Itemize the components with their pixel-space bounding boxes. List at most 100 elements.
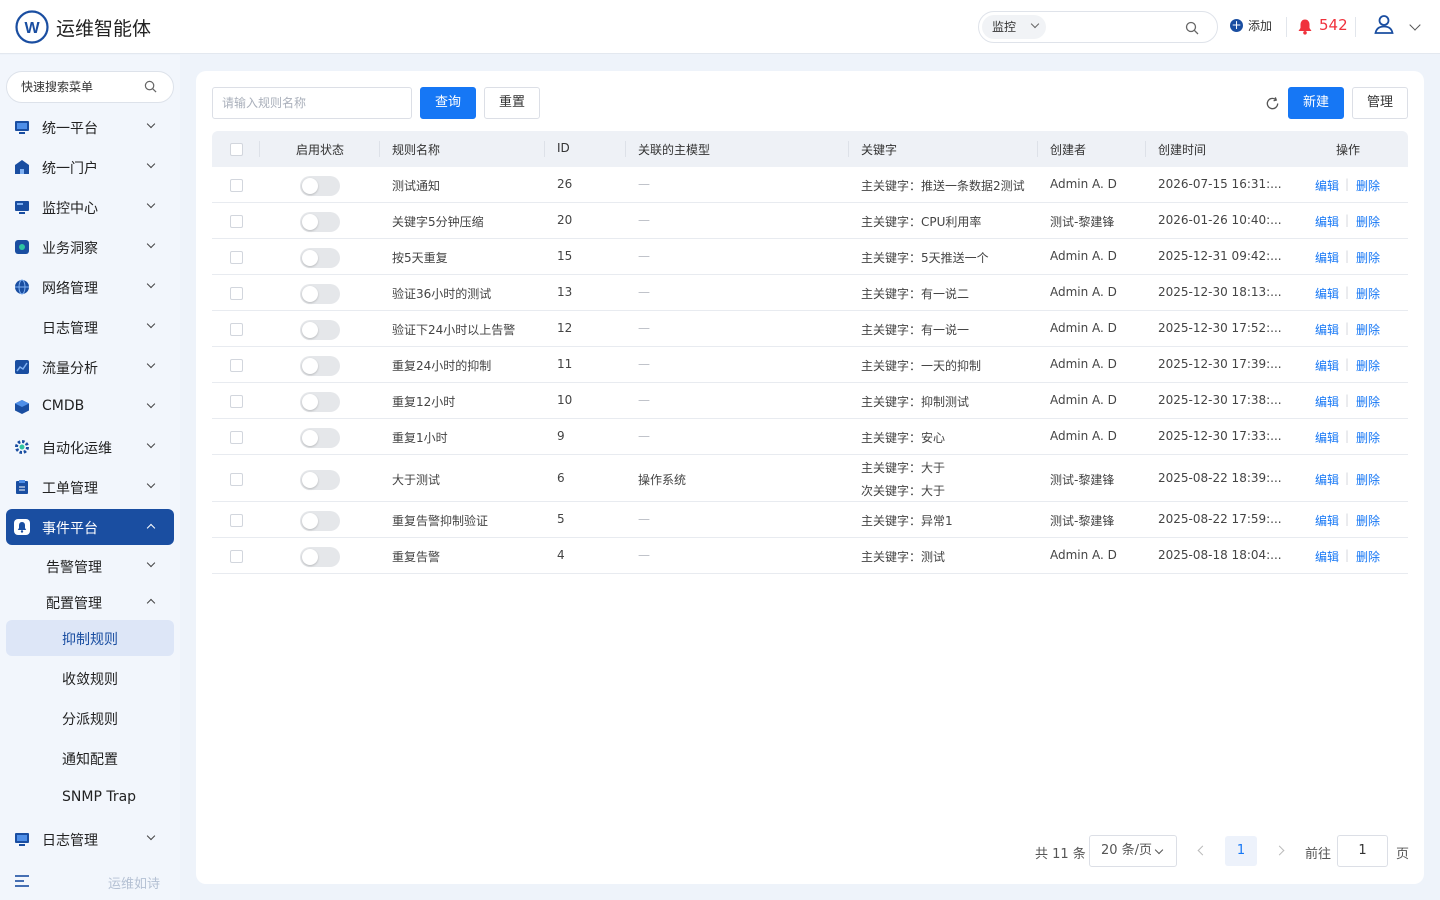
edit-link[interactable]: 编辑 bbox=[1315, 285, 1339, 302]
delete-link[interactable]: 删除 bbox=[1356, 249, 1380, 266]
sidebar-item-automation[interactable]: 自动化运维 bbox=[6, 429, 174, 465]
page-number-current[interactable]: 1 bbox=[1225, 836, 1257, 866]
enable-toggle[interactable] bbox=[300, 392, 340, 412]
globe-icon bbox=[15, 279, 29, 295]
row-checkbox[interactable] bbox=[230, 395, 243, 408]
enable-toggle[interactable] bbox=[300, 284, 340, 304]
delete-link[interactable]: 删除 bbox=[1356, 393, 1380, 410]
sidebar-leaf-convergence-rules[interactable]: 收敛规则 bbox=[6, 660, 174, 696]
edit-link[interactable]: 编辑 bbox=[1315, 393, 1339, 410]
sidebar-leaf-dispatch-rules[interactable]: 分派规则 bbox=[6, 700, 174, 736]
row-checkbox[interactable] bbox=[230, 359, 243, 372]
row-checkbox[interactable] bbox=[230, 431, 243, 444]
sidebar: 快速搜索菜单 统一平台 统一门户 监控中心 业务洞察 网络管理 日志管理 流量分… bbox=[0, 55, 180, 900]
new-button[interactable]: 新建 bbox=[1288, 87, 1344, 119]
sidebar-item-log[interactable]: 日志管理 bbox=[6, 309, 174, 345]
sidebar-item-log-bottom[interactable]: 日志管理 bbox=[6, 821, 174, 857]
edit-link[interactable]: 编辑 bbox=[1315, 177, 1339, 194]
enable-toggle[interactable] bbox=[300, 320, 340, 340]
next-page-icon[interactable] bbox=[1274, 845, 1285, 856]
delete-link[interactable]: 删除 bbox=[1356, 357, 1380, 374]
edit-link[interactable]: 编辑 bbox=[1315, 213, 1339, 230]
edit-link[interactable]: 编辑 bbox=[1315, 429, 1339, 446]
edit-link[interactable]: 编辑 bbox=[1315, 548, 1339, 565]
row-checkbox[interactable] bbox=[230, 251, 243, 264]
edit-link[interactable]: 编辑 bbox=[1315, 512, 1339, 529]
chevron-down-icon bbox=[146, 831, 156, 841]
edit-link[interactable]: 编辑 bbox=[1315, 249, 1339, 266]
enable-toggle[interactable] bbox=[300, 176, 340, 196]
delete-link[interactable]: 删除 bbox=[1356, 321, 1380, 338]
user-icon[interactable] bbox=[1374, 14, 1394, 36]
sidebar-item-traffic[interactable]: 流量分析 bbox=[6, 349, 174, 385]
reset-button[interactable]: 重置 bbox=[484, 87, 540, 119]
prev-page-icon[interactable] bbox=[1197, 845, 1208, 856]
sidebar-leaf-notify-config[interactable]: 通知配置 bbox=[6, 740, 174, 776]
row-checkbox[interactable] bbox=[230, 473, 243, 486]
sidebar-subitem-alarm-management[interactable]: 告警管理 bbox=[6, 548, 174, 584]
edit-link[interactable]: 编辑 bbox=[1315, 357, 1339, 374]
menu-search-input[interactable]: 快速搜索菜单 bbox=[6, 71, 174, 103]
edit-link[interactable]: 编辑 bbox=[1315, 321, 1339, 338]
clipboard-icon bbox=[16, 480, 28, 494]
add-button[interactable]: + 添加 bbox=[1230, 17, 1272, 34]
sidebar-item-event-platform[interactable]: 事件平台 bbox=[6, 509, 174, 545]
delete-link[interactable]: 删除 bbox=[1356, 429, 1380, 446]
delete-link[interactable]: 删除 bbox=[1356, 285, 1380, 302]
query-button[interactable]: 查询 bbox=[420, 87, 476, 119]
search-scope-select[interactable]: 监控 bbox=[982, 15, 1046, 39]
keyword-cell: 主关键字：大于 bbox=[861, 461, 946, 475]
row-checkbox[interactable] bbox=[230, 179, 243, 192]
app-title: 运维智能体 bbox=[56, 18, 152, 40]
sidebar-leaf-label: 收敛规则 bbox=[62, 672, 118, 688]
manage-button[interactable]: 管理 bbox=[1352, 87, 1408, 119]
goto-page-input[interactable]: 1 bbox=[1337, 835, 1388, 867]
row-checkbox[interactable] bbox=[230, 215, 243, 228]
delete-link[interactable]: 删除 bbox=[1356, 471, 1380, 488]
sidebar-item-ticket[interactable]: 工单管理 bbox=[6, 469, 174, 505]
enable-toggle[interactable] bbox=[300, 470, 340, 490]
sidebar-item-monitor-center[interactable]: 监控中心 bbox=[6, 189, 174, 225]
enable-toggle[interactable] bbox=[300, 511, 340, 531]
row-checkbox[interactable] bbox=[230, 287, 243, 300]
search-icon[interactable] bbox=[144, 80, 157, 93]
delete-link[interactable]: 删除 bbox=[1356, 213, 1380, 230]
sidebar-item-unified-portal[interactable]: 统一门户 bbox=[6, 149, 174, 185]
sidebar-item-business-insight[interactable]: 业务洞察 bbox=[6, 229, 174, 265]
column-separator bbox=[1037, 141, 1038, 157]
link-separator: | bbox=[1345, 321, 1350, 335]
delete-link[interactable]: 删除 bbox=[1356, 548, 1380, 565]
sidebar-item-cmdb[interactable]: CMDB bbox=[6, 389, 174, 425]
edit-link[interactable]: 编辑 bbox=[1315, 471, 1339, 488]
sidebar-subitem-config-management[interactable]: 配置管理 bbox=[6, 584, 174, 620]
search-icon[interactable] bbox=[1185, 21, 1199, 35]
row-checkbox[interactable] bbox=[230, 550, 243, 563]
enable-toggle[interactable] bbox=[300, 428, 340, 448]
refresh-icon[interactable] bbox=[1265, 96, 1280, 111]
page-size-select[interactable]: 20 条/页 bbox=[1089, 835, 1177, 867]
rule-name-input[interactable]: 请输入规则名称 bbox=[212, 87, 412, 119]
enable-toggle[interactable] bbox=[300, 356, 340, 376]
sidebar-leaf-suppression-rules[interactable]: 抑制规则 bbox=[6, 620, 174, 656]
sidebar-item-unified-platform[interactable]: 统一平台 bbox=[6, 109, 174, 145]
sidebar-item-label: 网络管理 bbox=[42, 281, 98, 297]
select-all-checkbox[interactable] bbox=[230, 143, 243, 156]
alert-count[interactable]: 542 bbox=[1319, 16, 1348, 34]
sidebar-leaf-snmp-trap[interactable]: SNMP Trap bbox=[6, 780, 174, 816]
enable-toggle[interactable] bbox=[300, 248, 340, 268]
row-checkbox[interactable] bbox=[230, 323, 243, 336]
collapse-menu-icon[interactable] bbox=[14, 874, 30, 888]
bell-icon[interactable] bbox=[1297, 18, 1313, 35]
chevron-down-icon[interactable] bbox=[1409, 19, 1421, 31]
row-checkbox[interactable] bbox=[230, 514, 243, 527]
delete-link[interactable]: 删除 bbox=[1356, 512, 1380, 529]
global-search[interactable]: 监控 bbox=[978, 11, 1218, 43]
delete-link[interactable]: 删除 bbox=[1356, 177, 1380, 194]
enable-toggle[interactable] bbox=[300, 547, 340, 567]
chevron-up-icon bbox=[146, 598, 156, 608]
created-time-cell: 2025-12-30 18:13:... bbox=[1158, 285, 1282, 299]
created-time-cell: 2025-12-30 17:38:... bbox=[1158, 393, 1282, 407]
sidebar-item-network[interactable]: 网络管理 bbox=[6, 269, 174, 305]
logo-icon: W bbox=[15, 10, 49, 44]
enable-toggle[interactable] bbox=[300, 212, 340, 232]
